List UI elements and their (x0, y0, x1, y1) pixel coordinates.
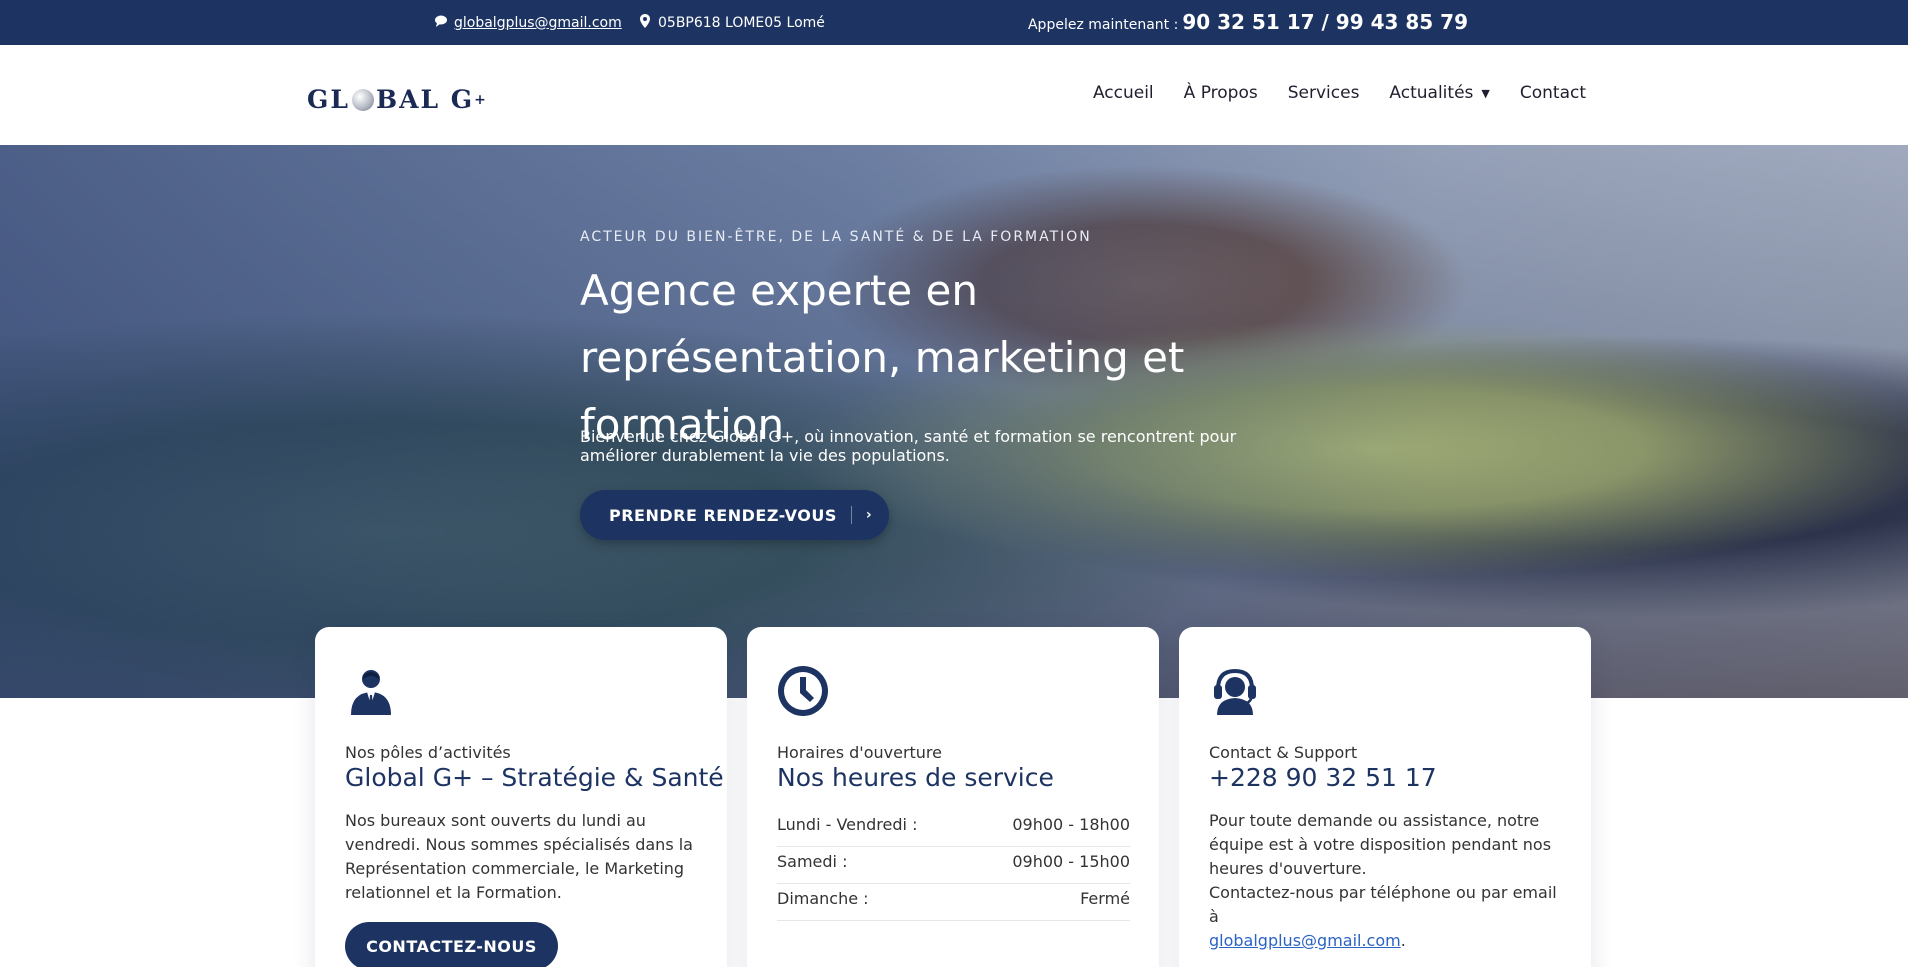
call-numbers[interactable]: 90 32 51 17 / 99 43 85 79 (1182, 10, 1468, 34)
hero-kicker: ACTEUR DU BIEN-ÊTRE, DE LA SANTÉ & DE LA… (580, 229, 1092, 245)
chat-icon (434, 14, 448, 32)
hours-row: Dimanche : Fermé (777, 884, 1130, 921)
nav-item-a-propos[interactable]: À Propos (1184, 83, 1258, 103)
user-business-icon (345, 665, 397, 717)
support-body-line2: Contactez-nous par téléphone ou par emai… (1209, 883, 1557, 926)
nav-item-contact[interactable]: Contact (1520, 83, 1586, 103)
logo-plus: + (474, 91, 488, 108)
hours-title: Nos heures de service (777, 763, 1054, 792)
topbar-address: 05BP618 LOME05 Lomé (640, 14, 825, 32)
logo-text-right: BAL G (375, 85, 475, 114)
topbar-call: Appelez maintenant : 90 32 51 17 / 99 43… (1028, 10, 1468, 34)
hours-time: Fermé (1080, 889, 1130, 908)
nav-item-actualites[interactable]: Actualités ▼ (1389, 83, 1489, 103)
hours-label: Horaires d'ouverture (777, 743, 942, 762)
clock-icon (777, 665, 829, 717)
contact-us-button[interactable]: CONTACTEZ-NOUS (345, 922, 558, 967)
activities-body: Nos bureaux sont ouverts du lundi au ven… (345, 811, 693, 902)
headset-support-icon (1209, 665, 1261, 717)
activities-label: Nos pôles d’activités (345, 743, 511, 762)
support-email-link[interactable]: globalgplus@gmail.com (1209, 931, 1401, 950)
globe-icon (351, 88, 374, 111)
support-body-line1: Pour toute demande ou assistance, notre … (1209, 811, 1552, 878)
nav-item-services[interactable]: Services (1288, 83, 1360, 103)
hours-day: Lundi - Vendredi : (777, 815, 918, 834)
logo-text-left: GL (307, 85, 350, 114)
hours-time: 09h00 - 15h00 (1012, 852, 1130, 871)
main-navbar: GL BAL G + Accueil À Propos Services Act… (0, 45, 1908, 145)
activities-title: Global G+ – Stratégie & Santé (345, 763, 724, 792)
hours-table: Lundi - Vendredi : 09h00 - 18h00 Samedi … (777, 810, 1130, 921)
activities-card: Nos pôles d’activités Global G+ – Straté… (315, 627, 727, 967)
hours-time: 09h00 - 18h00 (1012, 815, 1130, 834)
support-body-period: . (1400, 931, 1406, 950)
book-appointment-label: PRENDRE RENDEZ-VOUS (609, 505, 837, 525)
top-bar: globalgplus@gmail.com 05BP618 LOME05 Lom… (0, 0, 1908, 45)
hours-row: Samedi : 09h00 - 15h00 (777, 847, 1130, 884)
support-phone[interactable]: +228 90 32 51 17 (1209, 763, 1437, 792)
hero-banner: ACTEUR DU BIEN-ÊTRE, DE LA SANTÉ & DE LA… (0, 145, 1908, 698)
nav-item-accueil[interactable]: Accueil (1093, 83, 1154, 103)
topbar-email-link[interactable]: globalgplus@gmail.com (434, 14, 622, 32)
hours-card: Horaires d'ouverture Nos heures de servi… (747, 627, 1159, 967)
book-appointment-button[interactable]: PRENDRE RENDEZ-VOUS › (580, 490, 889, 540)
topbar-email-text: globalgplus@gmail.com (454, 15, 622, 31)
topbar-address-text: 05BP618 LOME05 Lomé (658, 15, 825, 31)
support-body: Pour toute demande ou assistance, notre … (1209, 809, 1569, 953)
nav-item-actualites-label: Actualités (1389, 83, 1474, 103)
hours-day: Dimanche : (777, 889, 869, 908)
call-label: Appelez maintenant : (1027, 17, 1179, 33)
support-card: Contact & Support +228 90 32 51 17 Pour … (1179, 627, 1591, 967)
support-label: Contact & Support (1209, 743, 1358, 762)
chevron-right-icon: › (865, 507, 873, 523)
location-pin-icon (640, 14, 650, 32)
button-divider (850, 506, 852, 524)
caret-down-icon: ▼ (1481, 86, 1490, 100)
hours-row: Lundi - Vendredi : 09h00 - 18h00 (777, 810, 1130, 847)
hero-intro: Bienvenue chez Global G+, où innovation,… (580, 427, 1237, 465)
nav-menu: Accueil À Propos Services Actualités ▼ C… (1093, 83, 1586, 103)
hours-day: Samedi : (777, 852, 848, 871)
site-logo[interactable]: GL BAL G + (307, 85, 488, 114)
